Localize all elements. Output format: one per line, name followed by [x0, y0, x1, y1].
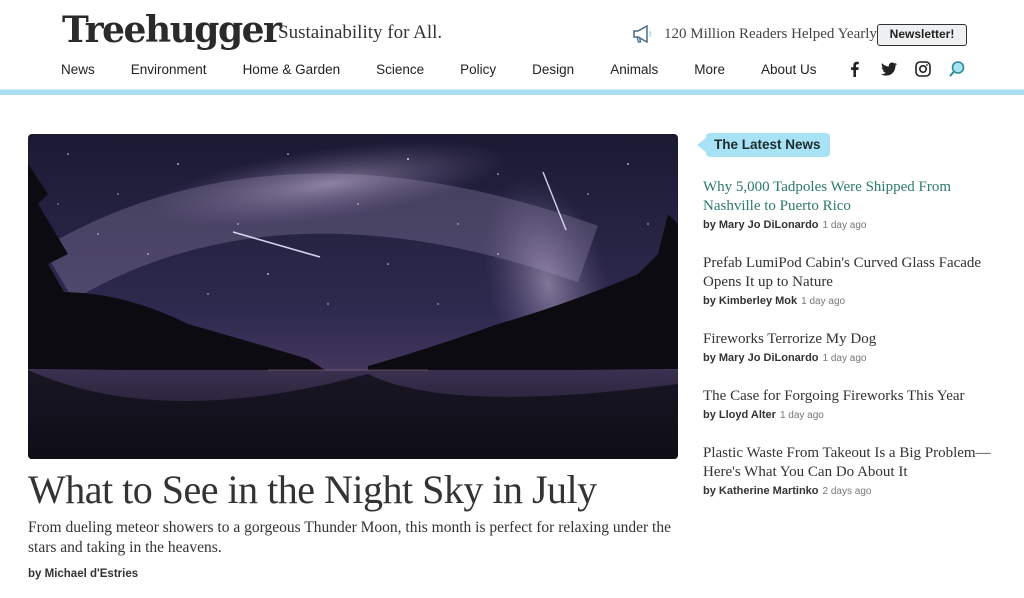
news-timestamp: 1 day ago [779, 410, 824, 421]
news-title[interactable]: Fireworks Terrorize My Dog [703, 330, 1003, 349]
site-tagline: Sustainability for All. [278, 22, 443, 43]
news-meta: by Lloyd Alter 1 day ago [703, 409, 1003, 421]
site-header: Treehugger Sustainability for All. 120 M… [0, 0, 1024, 96]
nav-item-animals[interactable]: Animals [610, 62, 658, 77]
list-item[interactable]: Prefab LumiPod Cabin's Curved Glass Faca… [703, 254, 1003, 307]
news-author[interactable]: by Mary Jo DiLonardo [703, 219, 819, 231]
hero-description: From dueling meteor showers to a gorgeou… [28, 519, 671, 556]
hero-byline[interactable]: by Michael d'Estries [28, 568, 138, 580]
news-meta: by Kimberley Mok 1 day ago [703, 295, 1003, 307]
megaphone-icon [633, 25, 652, 43]
readers-text: 120 Million Readers Helped Yearly [664, 25, 877, 42]
facebook-icon[interactable] [846, 60, 864, 78]
news-author[interactable]: by Mary Jo DiLonardo [703, 352, 819, 364]
readers-banner: 120 Million Readers Helped Yearly [632, 25, 877, 43]
nav-item-design[interactable]: Design [532, 62, 574, 77]
list-item[interactable]: Why 5,000 Tadpoles Were Shipped From Nas… [703, 178, 1003, 231]
list-item[interactable]: Plastic Waste From Takeout Is a Big Prob… [703, 444, 1003, 497]
news-title[interactable]: The Case for Forgoing Fireworks This Yea… [703, 387, 1003, 406]
news-author[interactable]: by Katherine Martinko [703, 485, 819, 497]
twitter-icon[interactable] [880, 60, 898, 78]
nav-item-home-garden[interactable]: Home & Garden [243, 62, 341, 77]
news-title[interactable]: Prefab LumiPod Cabin's Curved Glass Faca… [703, 254, 1003, 292]
nav-item-policy[interactable]: Policy [460, 62, 496, 77]
header-divider [0, 89, 1024, 95]
nav-item-science[interactable]: Science [376, 62, 424, 77]
news-meta: by Mary Jo DiLonardo 1 day ago [703, 219, 1003, 231]
list-item[interactable]: Fireworks Terrorize My Dog by Mary Jo Di… [703, 330, 1003, 364]
nav-item-news[interactable]: News [61, 62, 95, 77]
newsletter-button[interactable]: Newsletter! [877, 24, 967, 46]
hero-title[interactable]: What to See in the Night Sky in July [28, 466, 597, 513]
site-logo[interactable]: Treehugger [62, 10, 282, 50]
news-timestamp: 1 day ago [822, 353, 867, 364]
list-item[interactable]: The Case for Forgoing Fireworks This Yea… [703, 387, 1003, 421]
news-timestamp: 2 days ago [822, 486, 872, 497]
night-sky-photo [28, 134, 678, 459]
social-links [846, 60, 966, 78]
news-author[interactable]: by Lloyd Alter [703, 409, 776, 421]
news-author[interactable]: by Kimberley Mok [703, 295, 797, 307]
news-timestamp: 1 day ago [801, 296, 846, 307]
nav-item-about-us[interactable]: About Us [761, 62, 817, 77]
instagram-icon[interactable] [914, 60, 932, 78]
latest-news-label: The Latest News [706, 133, 830, 157]
news-title[interactable]: Plastic Waste From Takeout Is a Big Prob… [703, 444, 1003, 482]
news-title[interactable]: Why 5,000 Tadpoles Were Shipped From Nas… [703, 178, 1003, 216]
news-meta: by Mary Jo DiLonardo 1 day ago [703, 352, 1003, 364]
main-nav: News Environment Home & Garden Science P… [61, 62, 853, 77]
nav-item-environment[interactable]: Environment [131, 62, 207, 77]
nav-item-more[interactable]: More [694, 62, 725, 77]
search-icon[interactable] [948, 60, 966, 78]
news-meta: by Katherine Martinko 2 days ago [703, 485, 1003, 497]
hero-image[interactable] [28, 134, 678, 459]
news-timestamp: 1 day ago [822, 220, 867, 231]
